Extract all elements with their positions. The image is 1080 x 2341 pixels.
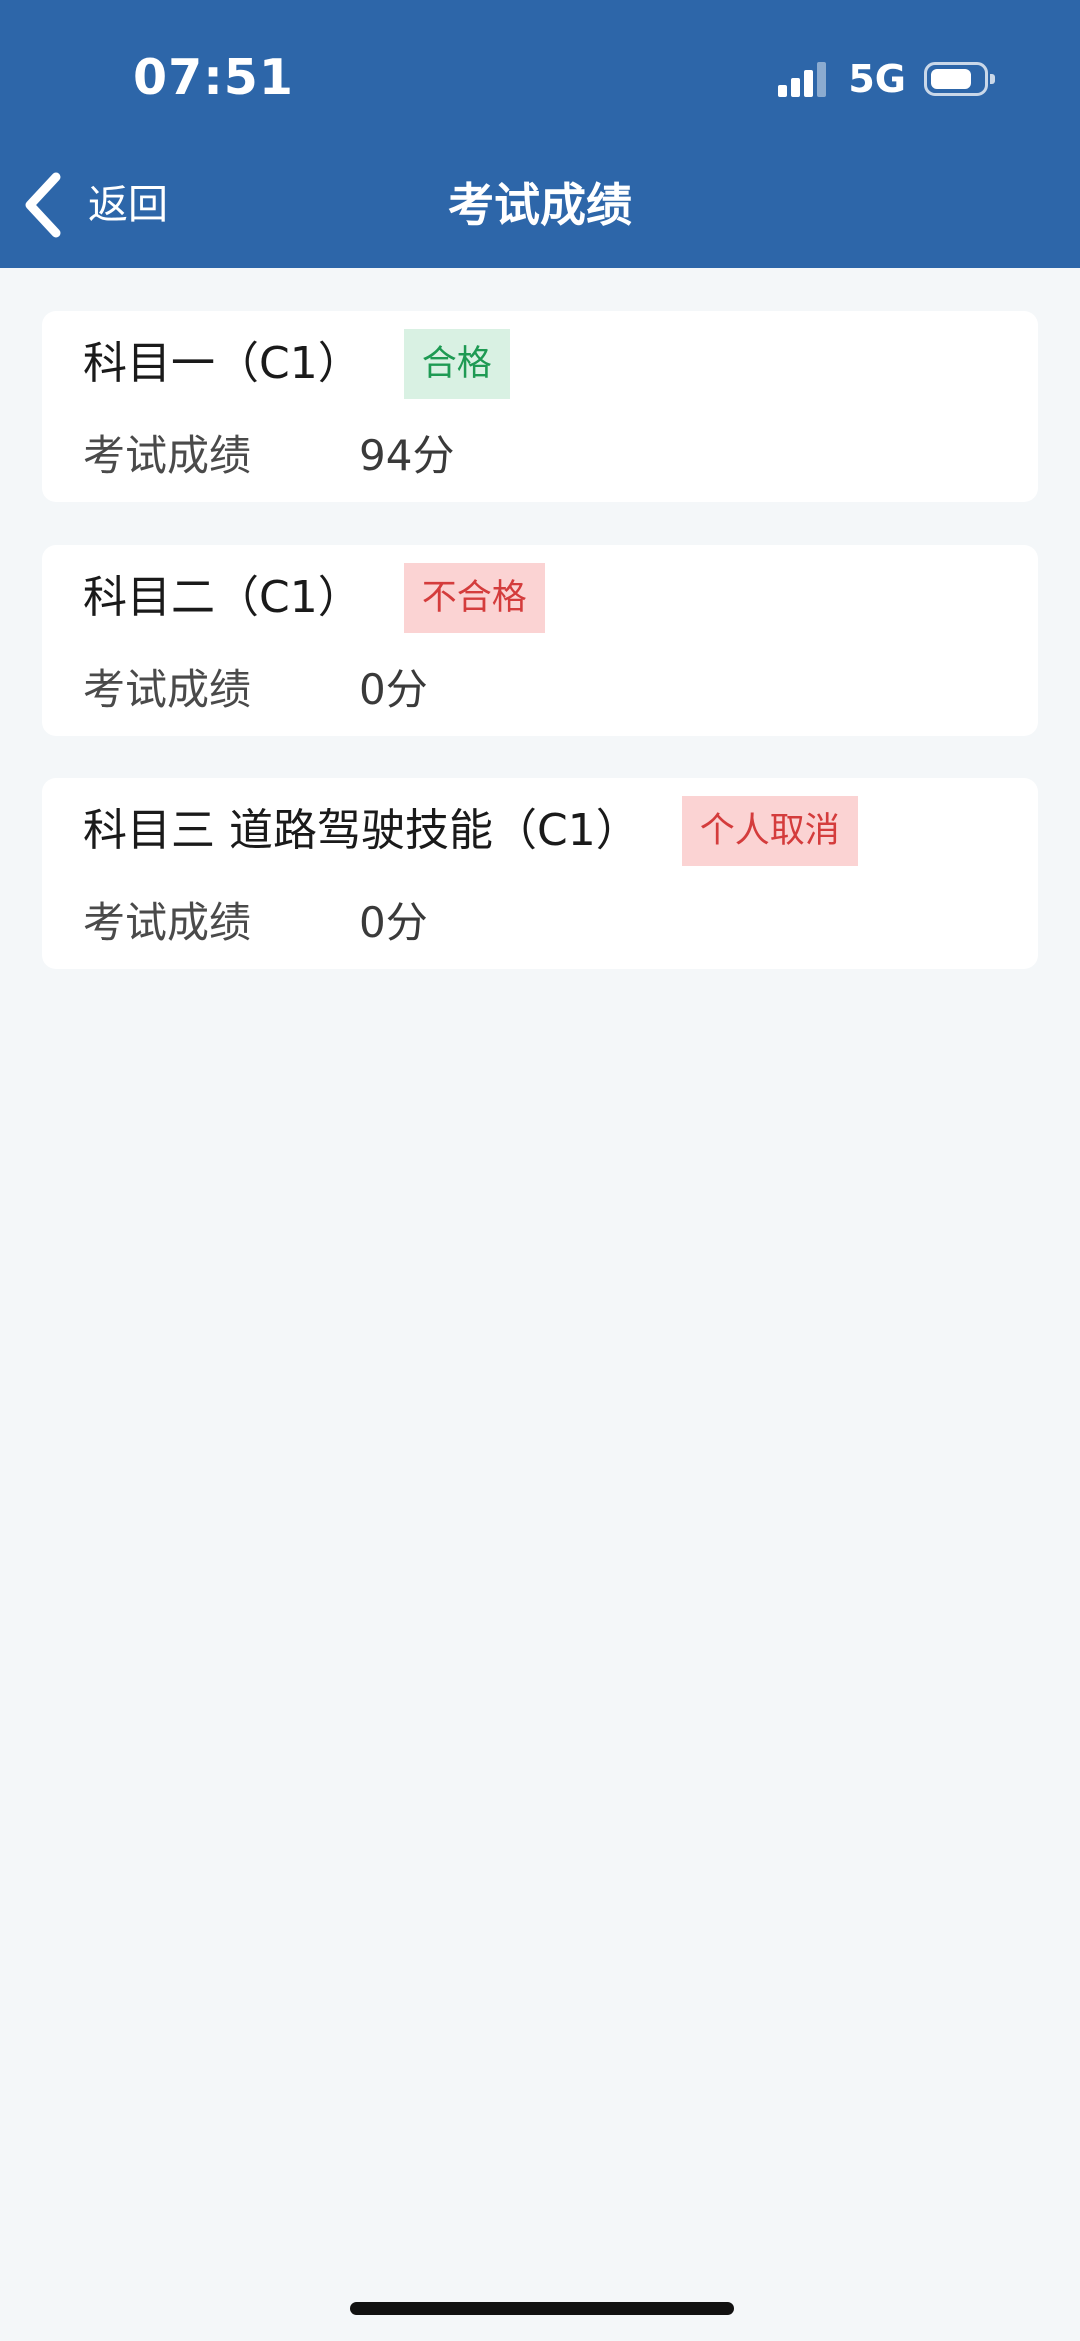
page-title: 考试成绩 <box>448 178 632 232</box>
network-type: 5G <box>848 57 906 101</box>
score-label: 考试成绩 <box>83 898 252 947</box>
app-header: 07:51 5G 返回 考试成绩 <box>0 0 1080 268</box>
battery-icon <box>924 62 995 96</box>
score-value: 0分 <box>359 665 428 714</box>
status-badge: 合格 <box>403 329 510 399</box>
result-card-subject-2: 科目二（C1） 不合格 考试成绩 0分 <box>42 545 1038 736</box>
score-label: 考试成绩 <box>83 431 252 480</box>
signal-icon <box>778 61 827 97</box>
score-label: 考试成绩 <box>83 665 252 714</box>
score-value: 94分 <box>359 431 455 480</box>
subject-name: 科目二（C1） <box>83 572 362 623</box>
status-badge: 不合格 <box>403 563 545 633</box>
status-time: 07:51 <box>133 49 294 106</box>
result-card-subject-3: 科目三 道路驾驶技能（C1） 个人取消 考试成绩 0分 <box>42 778 1038 969</box>
status-indicators: 5G <box>778 56 995 102</box>
home-indicator[interactable] <box>350 2302 734 2315</box>
subject-name: 科目一（C1） <box>83 338 362 389</box>
subject-name: 科目三 道路驾驶技能（C1） <box>83 805 640 856</box>
result-card-subject-1: 科目一（C1） 合格 考试成绩 94分 <box>42 311 1038 502</box>
status-badge: 个人取消 <box>681 796 858 866</box>
score-value: 0分 <box>359 898 428 947</box>
